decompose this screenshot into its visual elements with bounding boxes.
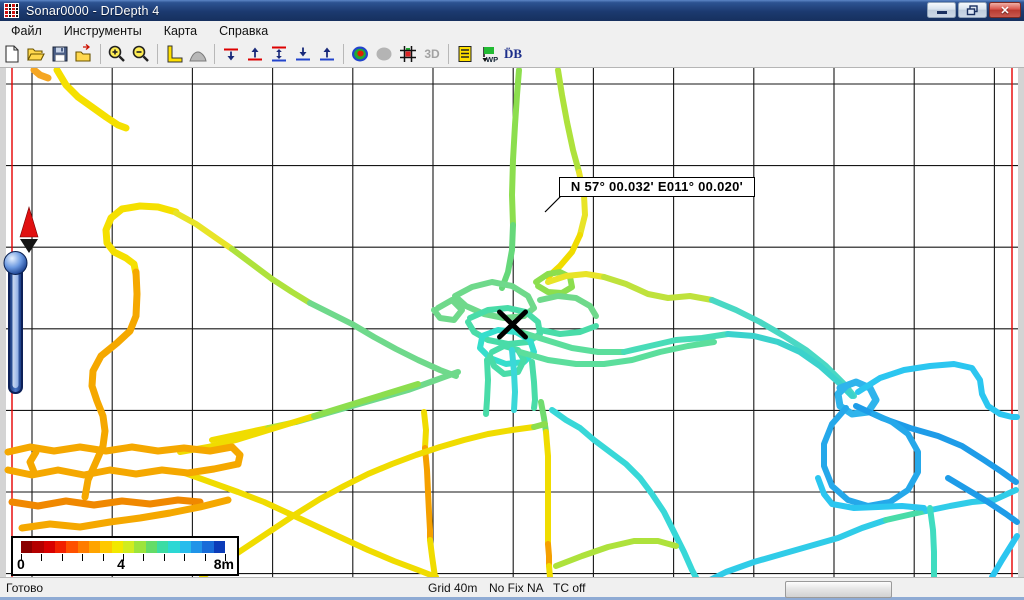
waypoint-flag-icon: WP: [479, 44, 499, 64]
marker-down-blue-button[interactable]: [292, 43, 315, 66]
restore-icon: [966, 5, 979, 16]
depth-table-button[interactable]: [454, 43, 477, 66]
title-bar[interactable]: Sonar0000 - DrDepth 4 ✕: [0, 0, 1024, 21]
menu-help[interactable]: Справка: [208, 22, 279, 40]
depth-color-scale: [21, 541, 225, 553]
status-ready: Готово: [6, 581, 43, 595]
depth-map-button[interactable]: [349, 43, 372, 66]
restore-button[interactable]: [958, 2, 987, 18]
close-button[interactable]: ✕: [989, 2, 1021, 18]
open-file-button[interactable]: [25, 43, 48, 66]
close-icon: ✕: [1000, 4, 1009, 17]
depth-matrix-button[interactable]: [397, 43, 420, 66]
zoom-in-icon: [107, 44, 127, 64]
bottom-profile-icon: [188, 44, 208, 64]
menu-file[interactable]: Файл: [0, 22, 53, 40]
zoom-in-button[interactable]: [106, 43, 129, 66]
import-folder-icon: [74, 44, 94, 64]
status-bar: Готово Grid 40m No Fix NA TC off: [0, 577, 1024, 600]
toolbar-separator: [448, 44, 449, 64]
minimize-button[interactable]: [927, 2, 956, 18]
axes-icon: [164, 44, 184, 64]
toolbar: 3D WP D̈B: [0, 41, 1024, 68]
save-icon: [50, 44, 70, 64]
bottom-profile-button[interactable]: [187, 43, 210, 66]
table-icon: [455, 44, 475, 64]
marker-down-red-icon: [221, 44, 241, 64]
view-3d-button[interactable]: 3D: [421, 43, 444, 66]
profile-axes-button[interactable]: [163, 43, 186, 66]
menu-map[interactable]: Карта: [153, 22, 208, 40]
slider-thumb[interactable]: [4, 252, 27, 275]
toolbar-separator: [157, 44, 158, 64]
app-window: Sonar0000 - DrDepth 4 ✕ Файл Инструменты…: [0, 0, 1024, 600]
marker-down-blue-icon: [293, 44, 313, 64]
gray-blob-icon: [374, 44, 394, 64]
zoom-out-button[interactable]: [130, 43, 153, 66]
marker-up-red-button[interactable]: [244, 43, 267, 66]
menu-bar: Файл Инструменты Карта Справка: [0, 21, 1024, 41]
import-file-button[interactable]: [73, 43, 96, 66]
svg-text:WP: WP: [486, 55, 498, 64]
menu-tools[interactable]: Инструменты: [53, 22, 153, 40]
marker-range-button[interactable]: [268, 43, 291, 66]
sonar-map-canvas[interactable]: [0, 68, 1024, 577]
status-progress-thumb[interactable]: [785, 581, 892, 598]
depth-legend: 0 4 8m: [11, 536, 239, 576]
marker-down-red-button[interactable]: [220, 43, 243, 66]
legend-tick-0: 0: [17, 556, 25, 572]
marker-up-blue-icon: [317, 44, 337, 64]
database-label: D̈B: [504, 46, 522, 62]
view-3d-label: 3D: [424, 47, 439, 61]
coordinate-label: N 57° 00.032' E011° 00.020': [559, 177, 755, 197]
status-grid-spacing: Grid 40m: [428, 581, 477, 595]
toolbar-separator: [343, 44, 344, 64]
open-folder-icon: [26, 44, 46, 64]
window-title: Sonar0000 - DrDepth 4: [26, 4, 159, 18]
legend-tick-8m: 8m: [214, 556, 234, 572]
save-button[interactable]: [49, 43, 72, 66]
new-document-button[interactable]: [1, 43, 24, 66]
minimize-icon: [936, 5, 948, 15]
marker-up-red-icon: [245, 44, 265, 64]
toolbar-separator: [100, 44, 101, 64]
new-document-icon: [2, 44, 22, 64]
depth-map-icon: [350, 44, 370, 64]
legend-tick-4: 4: [113, 556, 129, 572]
map-area: N 57° 00.032' E011° 00.020' 0 4 8m: [0, 68, 1024, 577]
depth-map-gray-button[interactable]: [373, 43, 396, 66]
status-gps-fix: No Fix: [489, 581, 524, 595]
marker-up-blue-button[interactable]: [316, 43, 339, 66]
status-tc: TC off: [553, 581, 585, 595]
zoom-out-icon: [131, 44, 151, 64]
matrix-icon: [398, 44, 418, 64]
database-button[interactable]: D̈B: [502, 43, 525, 66]
status-na: NA: [527, 581, 544, 595]
app-icon: [4, 3, 19, 18]
marker-range-icon: [269, 44, 289, 64]
slider-track-core: [13, 261, 19, 388]
toolbar-separator: [214, 44, 215, 64]
waypoints-button[interactable]: WP: [478, 43, 501, 66]
